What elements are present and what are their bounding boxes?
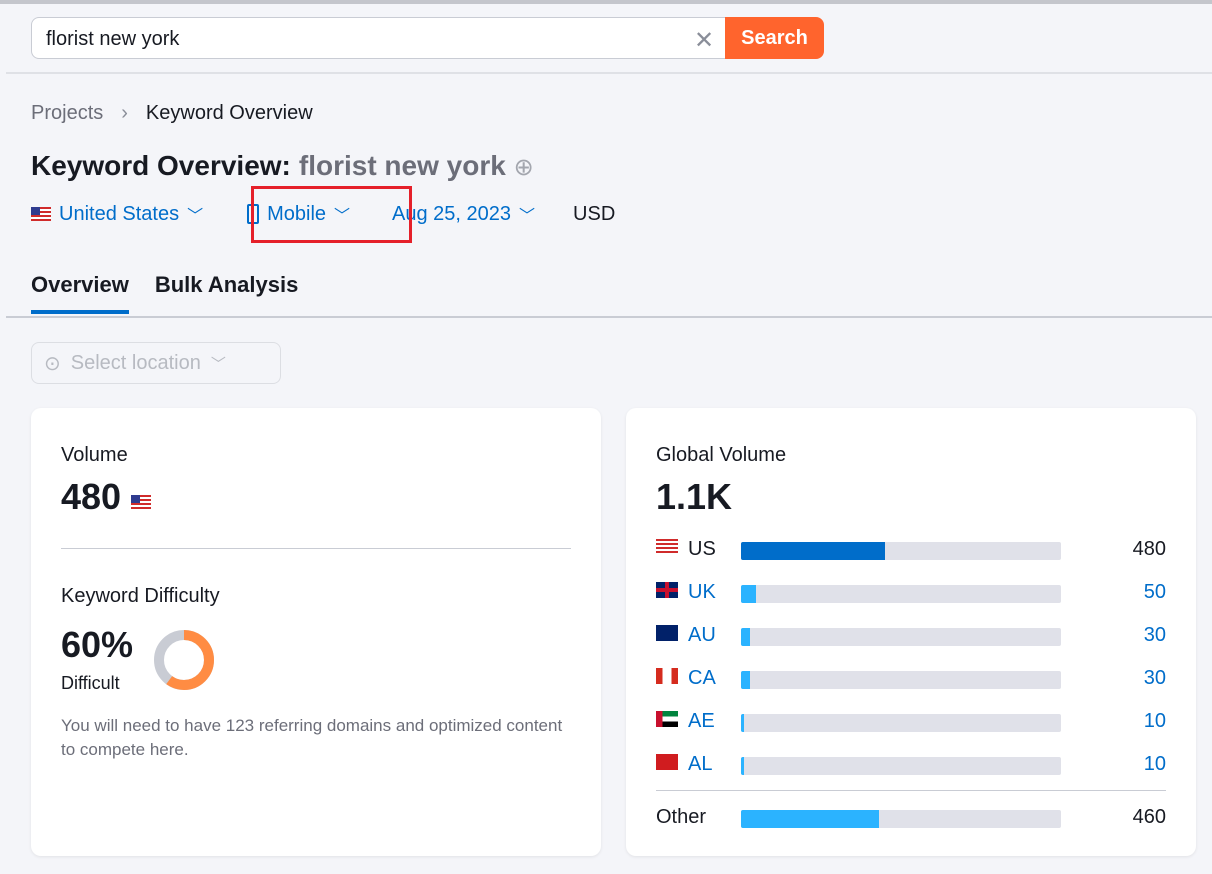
country-row-uk: UK 50 [656, 581, 1166, 605]
bar-fill [741, 585, 756, 603]
country-code[interactable]: AE [688, 710, 715, 733]
clear-icon[interactable]: ✕ [694, 26, 714, 55]
ae-flag-icon [656, 711, 678, 727]
country-row-other: Other 460 [656, 806, 1166, 830]
difficulty-level: Difficult [61, 673, 120, 693]
divider [656, 790, 1166, 791]
country-code[interactable]: CA [688, 667, 716, 690]
page-title: Keyword Overview: florist new york ⊕ [31, 150, 534, 182]
bar-track [741, 585, 1061, 603]
bar-track [741, 810, 1061, 828]
date-dropdown[interactable]: Aug 25, 2023 ﹀ [392, 202, 535, 226]
currency-label: USD [573, 202, 616, 225]
country-code: US [688, 538, 716, 560]
location-placeholder: Select location [70, 351, 201, 374]
add-circle-icon[interactable]: ⊕ [514, 154, 534, 181]
global-volume-label: Global Volume [656, 444, 787, 466]
difficulty-donut [154, 630, 214, 690]
us-flag-icon [31, 207, 51, 221]
difficulty-note: You will need to have 123 referring doma… [61, 716, 563, 759]
bar-fill [741, 810, 879, 828]
country-row-us: US 480 [656, 538, 1166, 562]
uk-flag-icon [656, 582, 678, 598]
location-pin-icon: ⊙ [44, 352, 61, 375]
bar-track [741, 757, 1061, 775]
ca-flag-icon [656, 668, 678, 684]
location-select[interactable]: ⊙ Select location ﹀ [31, 342, 281, 384]
country-row-ae: AE 10 [656, 710, 1166, 734]
country-code[interactable]: AU [688, 624, 716, 647]
search-bar: florist new york ✕ Search [6, 4, 1212, 74]
title-label: Keyword Overview: [31, 150, 291, 181]
volume-value: 480 [61, 476, 152, 518]
chevron-down-icon: ﹀ [519, 208, 536, 225]
country-dropdown[interactable]: United States ﹀ [31, 202, 203, 226]
breadcrumb-projects[interactable]: Projects [31, 102, 103, 124]
al-flag-icon [656, 754, 678, 770]
chevron-right-icon: › [121, 102, 128, 124]
bar-track [741, 714, 1061, 732]
tabs: Overview Bulk Analysis [31, 272, 298, 314]
global-volume-value: 1.1K [656, 476, 733, 517]
country-value[interactable]: 50 [1144, 581, 1166, 604]
country-value[interactable]: 10 [1144, 753, 1166, 776]
other-label: Other [656, 806, 707, 828]
country-code[interactable]: AL [688, 753, 712, 776]
country-code[interactable]: UK [688, 581, 716, 604]
country-value[interactable]: 30 [1144, 667, 1166, 690]
difficulty-value: 60% [61, 624, 134, 665]
bar-track [741, 671, 1061, 689]
other-value: 460 [1132, 806, 1166, 828]
country-row-au: AU 30 [656, 624, 1166, 648]
search-input[interactable]: florist new york [31, 17, 726, 59]
volume-card: Volume 480 Keyword Difficulty 60% Diffic… [31, 408, 601, 856]
breadcrumb: Projects › Keyword Overview [31, 102, 313, 125]
tab-bulk-analysis[interactable]: Bulk Analysis [155, 272, 298, 314]
global-volume-card: Global Volume 1.1K US 480 UK 50 AU 30 CA… [626, 408, 1196, 856]
highlight-box [251, 186, 412, 243]
volume-label: Volume [61, 444, 128, 466]
title-keyword: florist new york [298, 150, 506, 181]
country-value[interactable]: 10 [1144, 710, 1166, 733]
country-value: 480 [1132, 538, 1166, 560]
country-value[interactable]: 30 [1144, 624, 1166, 647]
divider [61, 548, 571, 549]
bar-fill [741, 757, 744, 775]
bar-fill [741, 671, 750, 689]
country-label: United States [59, 202, 180, 225]
us-flag-icon [656, 539, 678, 555]
chevron-down-icon: ﹀ [210, 355, 226, 373]
bar-track [741, 542, 1061, 560]
search-button[interactable]: Search [725, 17, 824, 59]
tab-overview[interactable]: Overview [31, 272, 129, 314]
divider [6, 316, 1212, 318]
country-row-ca: CA 30 [656, 667, 1166, 691]
difficulty-label: Keyword Difficulty [61, 585, 220, 607]
au-flag-icon [656, 625, 678, 641]
us-flag-icon [131, 495, 152, 509]
country-row-al: AL 10 [656, 753, 1166, 777]
chevron-down-icon: ﹀ [187, 208, 204, 225]
bar-fill [741, 542, 885, 560]
bar-fill [741, 714, 744, 732]
breadcrumb-current: Keyword Overview [145, 102, 313, 124]
bar-fill [741, 628, 750, 646]
bar-track [741, 628, 1061, 646]
